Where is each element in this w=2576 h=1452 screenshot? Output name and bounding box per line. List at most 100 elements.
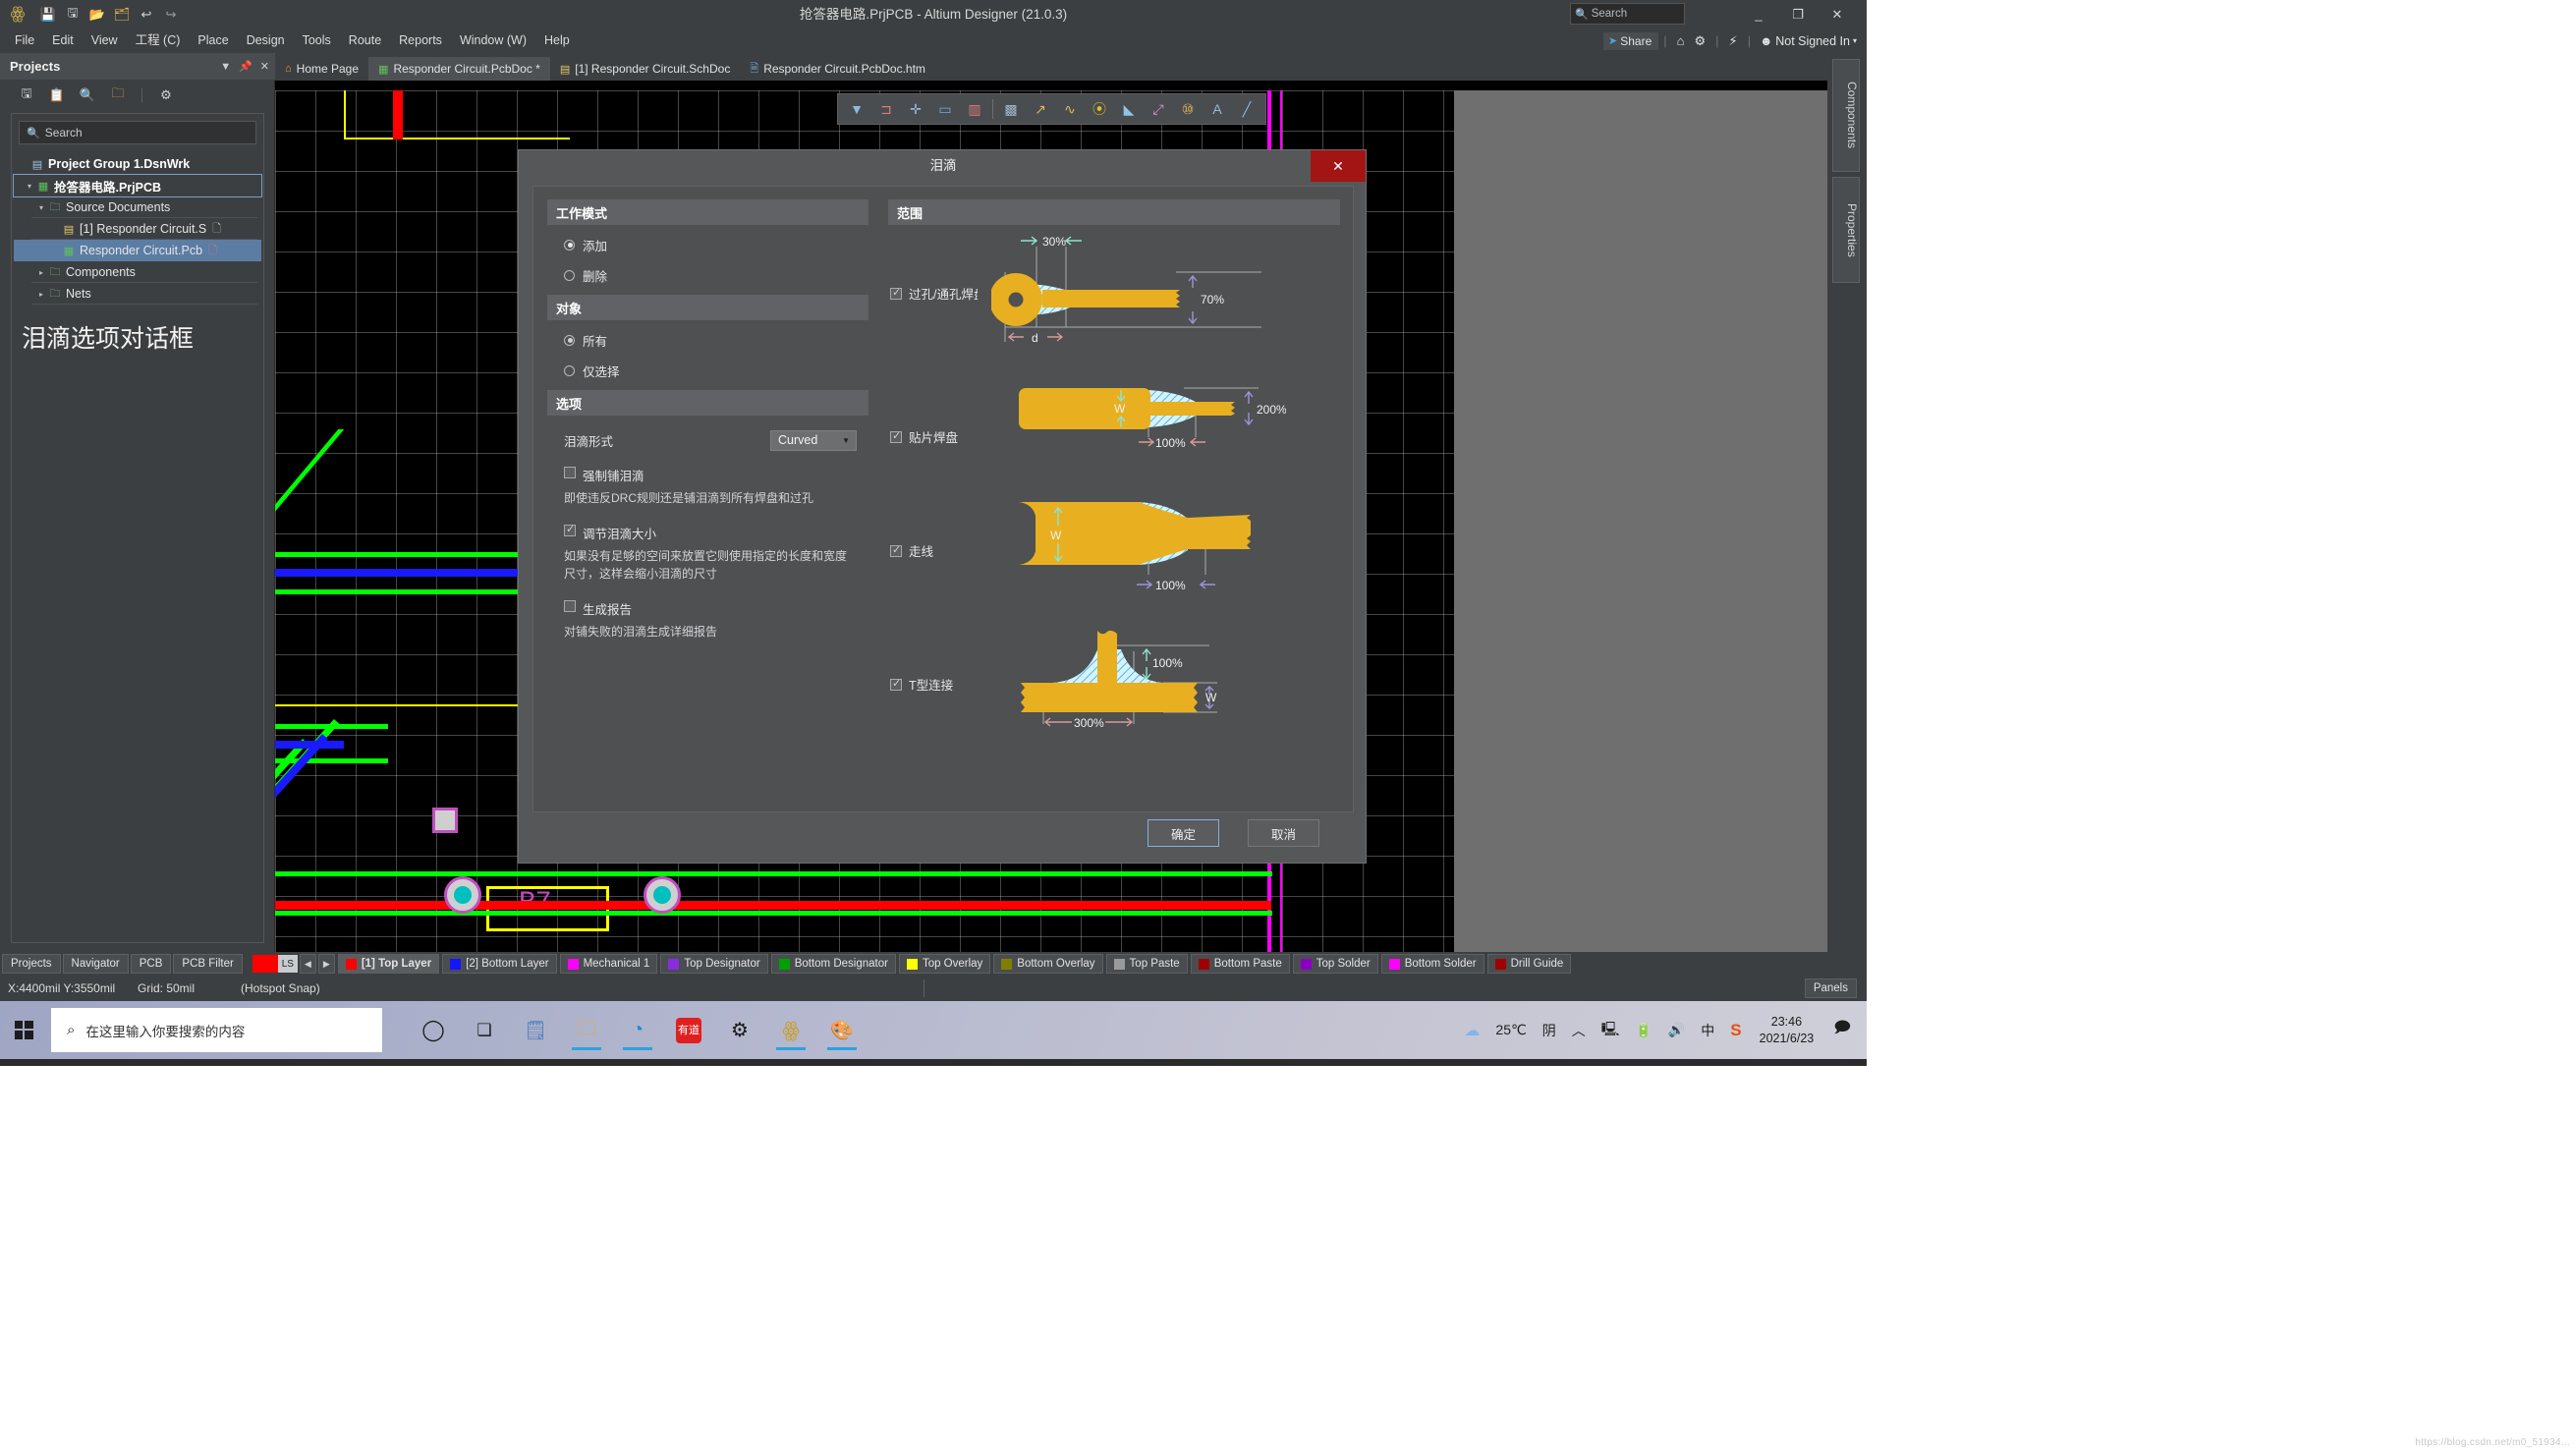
pin-icon[interactable]: 📌 — [239, 60, 252, 73]
tree-item-pcbdoc[interactable]: ▦ Responder Circuit.Pcb 🗋 — [14, 240, 261, 261]
altium-icon[interactable]: ꙮ — [765, 1008, 816, 1052]
monitor-icon[interactable]: 🖳 — [1594, 1019, 1628, 1042]
close-icon[interactable]: ✕ — [260, 60, 269, 73]
gear-icon[interactable]: ⚙ — [157, 86, 175, 104]
radio-add[interactable]: 添加 — [564, 234, 868, 255]
layer-tab-bottom-overlay[interactable]: Bottom Overlay — [993, 954, 1102, 974]
layers-icon[interactable]: ▥ — [960, 95, 989, 123]
twisty-icon[interactable]: ▾ — [24, 182, 35, 191]
menu-tools[interactable]: Tools — [294, 28, 340, 53]
layer-tab-top-overlay[interactable]: Top Overlay — [899, 954, 990, 974]
task-view-icon[interactable]: ❏ — [459, 1008, 510, 1052]
layer-tab-bottom-designator[interactable]: Bottom Designator — [771, 954, 896, 974]
notification-icon[interactable]: 🗩 — [1823, 1017, 1861, 1043]
line-icon[interactable]: ╱ — [1232, 95, 1261, 123]
layer-tab-top-solder[interactable]: Top Solder — [1293, 954, 1378, 974]
checkbox-track[interactable]: 走线 — [890, 541, 933, 560]
tree-item-source-documents[interactable]: ▾ 🗀 Source Documents — [14, 196, 261, 218]
layer-tab-bottom-solder[interactable]: Bottom Solder — [1381, 954, 1484, 974]
menu-file[interactable]: File — [6, 28, 43, 53]
panel-button-navigator[interactable]: Navigator — [63, 954, 129, 974]
open-project-icon[interactable]: 🔍 — [79, 86, 96, 104]
radio-selected-only[interactable]: 仅选择 — [564, 360, 868, 381]
panel-button-projects[interactable]: Projects — [2, 954, 61, 974]
close-button[interactable]: ✕ — [1818, 0, 1857, 28]
layer-tab-top-paste[interactable]: Top Paste — [1106, 954, 1188, 974]
battery-icon[interactable]: 🔋 — [1627, 1022, 1659, 1038]
twisty-icon[interactable]: ▸ — [35, 268, 47, 277]
menu-help[interactable]: Help — [535, 28, 579, 53]
twisty-icon[interactable]: ▸ — [35, 290, 47, 299]
project-options-icon[interactable]: 🗀 — [109, 86, 127, 104]
layer-tab-drill-guide[interactable]: Drill Guide — [1487, 954, 1572, 974]
checkbox-via-pad[interactable]: 过孔/通孔焊盘 — [890, 284, 978, 303]
menu-route[interactable]: Route — [340, 28, 390, 53]
coordinate-icon[interactable]: ⑩ — [1173, 95, 1203, 123]
checkbox-smd-pad[interactable]: 贴片焊盘 — [890, 427, 958, 446]
string-icon[interactable]: A — [1203, 95, 1232, 123]
panels-button[interactable]: Panels — [1805, 978, 1857, 998]
radio-delete[interactable]: 删除 — [564, 264, 868, 286]
twisty-icon[interactable]: ▾ — [35, 203, 47, 212]
volume-icon[interactable]: 🔊 — [1660, 1022, 1693, 1038]
tab-responder-circuit-schdoc[interactable]: ▤ [1] Responder Circuit.SchDoc — [550, 57, 740, 81]
menu-window[interactable]: Window (W) — [451, 28, 535, 53]
paint-icon[interactable]: 🎨 — [816, 1008, 868, 1052]
dialog-close-button[interactable]: ✕ — [1311, 150, 1366, 182]
minimize-button[interactable]: _ — [1739, 0, 1778, 28]
checkbox-generate-report[interactable]: 生成报告 — [564, 599, 868, 618]
panel-button-pcb-filter[interactable]: PCB Filter — [173, 954, 242, 974]
layer-tab-mechanical-1[interactable]: Mechanical 1 — [560, 954, 658, 974]
route-icon[interactable]: ↗ — [1026, 95, 1055, 123]
ime-indicator[interactable]: 中 — [1693, 1021, 1722, 1040]
tab-responder-circuit-htm[interactable]: 🗎 Responder Circuit.PcbDoc.htm — [740, 57, 935, 81]
notifications-icon[interactable]: ⚡ — [1724, 33, 1743, 49]
chevron-down-icon[interactable]: ▼ — [220, 61, 231, 73]
notepad-icon[interactable]: 🗒 — [510, 1008, 561, 1052]
tray-expand-chevron-icon[interactable]: ︿ — [1564, 1021, 1594, 1040]
cancel-button[interactable]: 取消 — [1248, 819, 1319, 847]
layer-prev-button[interactable]: ◀ — [300, 954, 316, 974]
global-search-input[interactable]: 🔍 Search — [1570, 3, 1685, 25]
polygon-icon[interactable]: ◣ — [1114, 95, 1144, 123]
ok-button[interactable]: 确定 — [1148, 819, 1219, 847]
menu-reports[interactable]: Reports — [390, 28, 451, 53]
layer-next-button[interactable]: ▶ — [318, 954, 335, 974]
magnet-icon[interactable]: ⊐ — [871, 95, 901, 123]
menu-project[interactable]: 工程 (C) — [127, 28, 190, 53]
tab-home-page[interactable]: ⌂ Home Page — [275, 57, 368, 81]
tree-item-nets[interactable]: ▸ 🗀 Nets — [14, 283, 261, 305]
projects-search-input[interactable]: 🔍 Search — [19, 121, 256, 144]
copy-icon[interactable]: 📋 — [48, 86, 66, 104]
edge-icon[interactable]: ◔ — [612, 1008, 663, 1052]
menu-design[interactable]: Design — [238, 28, 294, 53]
layer-tab-bottom-paste[interactable]: Bottom Paste — [1191, 954, 1290, 974]
start-button[interactable] — [6, 1013, 41, 1046]
tab-responder-circuit-pcbdoc[interactable]: ▦ Responder Circuit.PcbDoc * — [368, 57, 550, 81]
checkbox-force-teardrops[interactable]: 强制铺泪滴 — [564, 466, 868, 484]
checkbox-adjust-size[interactable]: 调节泪滴大小 — [564, 524, 868, 542]
tree-item-pcb-project[interactable]: ▾ ▦ 抢答器电路.PrjPCB — [14, 175, 261, 196]
home-icon[interactable]: ⌂ — [1672, 33, 1690, 48]
crosshair-icon[interactable]: ✛ — [901, 95, 930, 123]
youdao-icon[interactable]: 有道 — [663, 1008, 714, 1052]
select-area-icon[interactable]: ▭ — [930, 95, 960, 123]
account-button[interactable]: ☻ Not Signed In ▾ — [1756, 34, 1861, 48]
component-icon[interactable]: ▩ — [996, 95, 1026, 123]
smd-pad[interactable] — [432, 808, 458, 833]
layer-tab-top-layer[interactable]: [1] Top Layer — [338, 954, 439, 974]
dimension-icon[interactable]: ⤢ — [1144, 95, 1173, 123]
filter-icon[interactable]: ▼ — [842, 95, 871, 123]
differential-pair-icon[interactable]: ∿ — [1055, 95, 1085, 123]
cortana-icon[interactable]: ◯ — [408, 1008, 459, 1052]
tree-item-workspace[interactable]: ▤ Project Group 1.DsnWrk — [14, 153, 261, 175]
settings-icon[interactable]: ⚙ — [1690, 33, 1711, 49]
file-explorer-icon[interactable]: 🗀 — [561, 1008, 612, 1052]
layer-set-button[interactable]: LS — [278, 955, 298, 973]
checkbox-t-junction[interactable]: T型连接 — [890, 675, 953, 694]
menu-place[interactable]: Place — [189, 28, 237, 53]
sogou-icon[interactable]: S — [1722, 1021, 1749, 1040]
active-layer-color-swatch[interactable] — [252, 955, 278, 973]
weather-icon[interactable]: ☁ — [1456, 1021, 1487, 1040]
dock-tab-components[interactable]: Components — [1832, 59, 1860, 172]
